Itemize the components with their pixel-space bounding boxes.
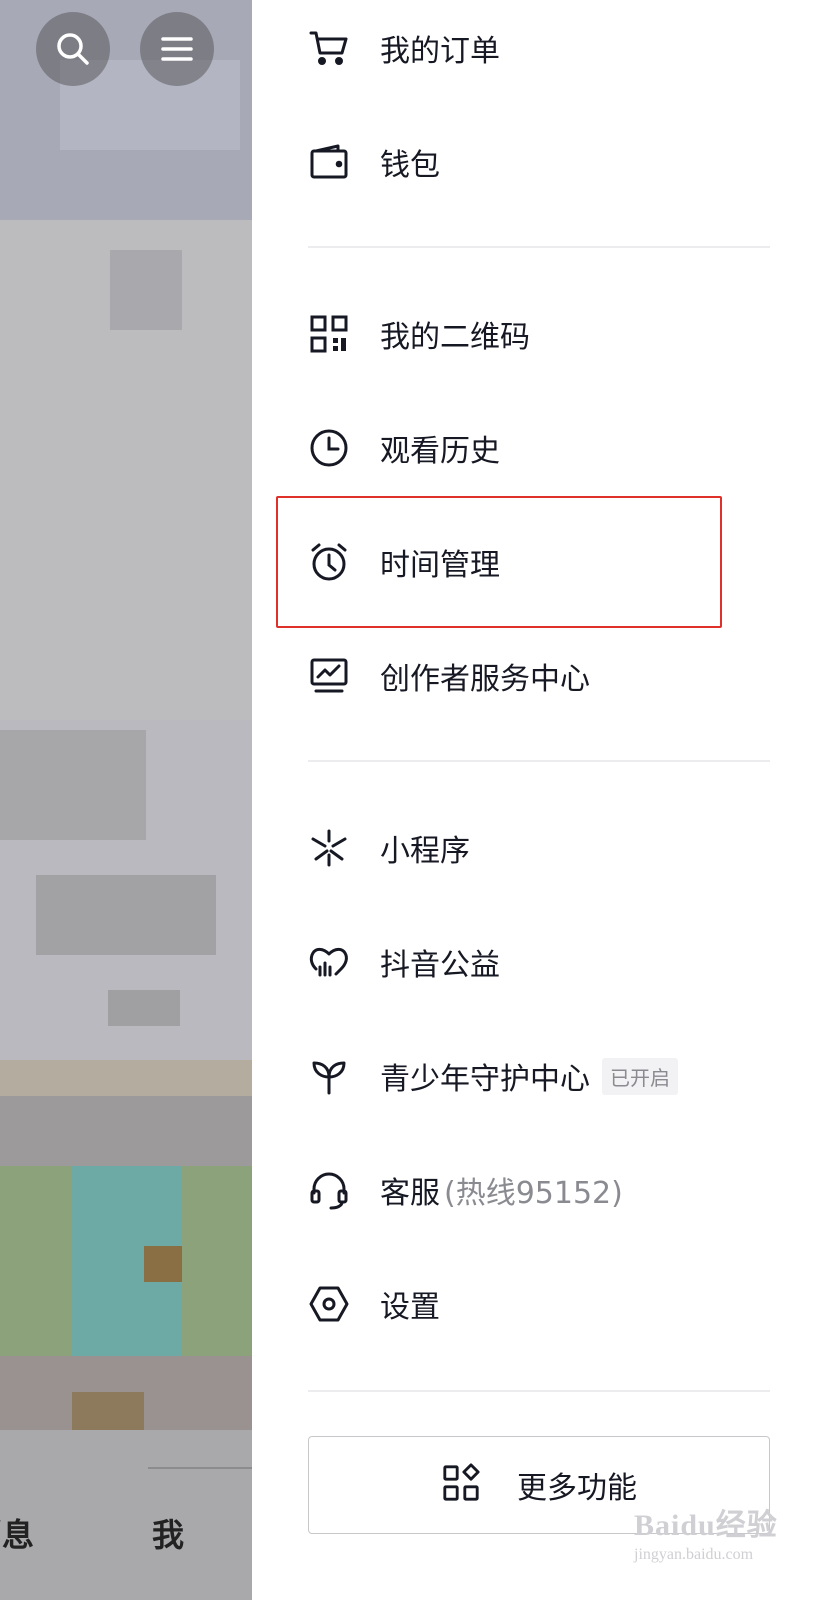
menu-label: 钱包	[380, 148, 440, 183]
menu-label: 时间管理	[380, 548, 500, 583]
menu-label: 设置	[380, 1290, 440, 1325]
search-icon	[57, 33, 89, 65]
nav-divider	[148, 1467, 252, 1469]
menu-label: 观看历史	[380, 434, 500, 469]
section-divider	[308, 760, 770, 762]
hotline-text: (热线95152)	[444, 1176, 623, 1211]
pixel-block	[144, 1246, 182, 1282]
pixel-block	[0, 1060, 252, 1096]
qrcode-icon	[308, 313, 350, 355]
monitor-chart-icon	[308, 655, 350, 697]
menu-label: 我的订单	[380, 34, 500, 69]
menu-item-charity[interactable]: 抖音公益	[308, 926, 768, 998]
menu-label: 小程序	[380, 834, 470, 869]
menu-item-creator-center[interactable]: 创作者服务中心	[308, 640, 768, 712]
menu-item-customer-service[interactable]: 客服 (热线95152)	[308, 1154, 768, 1226]
background-profile-page: 消息 我	[0, 0, 252, 1600]
apps-grid-icon	[441, 1463, 481, 1507]
pixel-block	[0, 730, 146, 840]
section-divider	[308, 1390, 770, 1392]
clock-icon	[308, 427, 350, 469]
menu-item-mini-programs[interactable]: 小程序	[308, 812, 768, 884]
hamburger-menu-icon	[161, 37, 193, 61]
baidu-jingyan-watermark: Baidu经验 jingyan.baidu.com	[634, 1500, 814, 1590]
hexagon-gear-icon	[308, 1283, 350, 1325]
nav-messages[interactable]: 消息	[0, 1510, 34, 1556]
menu-item-qrcode[interactable]: 我的二维码	[308, 298, 768, 370]
menu-button[interactable]	[140, 12, 214, 86]
heart-chart-icon	[308, 941, 350, 983]
headset-icon	[308, 1169, 350, 1211]
alarm-clock-icon	[308, 541, 350, 583]
sprout-icon	[308, 1055, 350, 1097]
nav-me[interactable]: 我	[152, 1510, 184, 1556]
section-divider	[308, 246, 770, 248]
menu-item-youth-protection[interactable]: 青少年守护中心 已开启	[308, 1040, 768, 1112]
watermark-url: jingyan.baidu.com	[634, 1546, 754, 1563]
pixel-block	[72, 1392, 144, 1430]
pixel-block	[110, 250, 182, 330]
menu-item-time-management[interactable]: 时间管理	[308, 526, 768, 598]
menu-label: 创作者服务中心	[380, 662, 590, 697]
side-drawer: 我的订单 钱包 我的二维码 观看历史 时间管理 创作者服务中心 小程序 抖音公益…	[252, 0, 824, 1600]
pixel-block	[108, 990, 180, 1026]
wallet-icon	[308, 141, 350, 183]
menu-item-settings[interactable]: 设置	[308, 1268, 768, 1340]
menu-label: 我的二维码	[380, 320, 530, 355]
bottom-nav: 消息 我	[0, 1430, 252, 1600]
pixel-block	[0, 1096, 252, 1166]
cart-icon	[308, 27, 350, 69]
menu-label: 抖音公益	[380, 948, 500, 983]
menu-label: 青少年守护中心	[380, 1062, 590, 1097]
asterisk-icon	[308, 827, 350, 869]
pixel-block	[36, 875, 216, 955]
menu-item-history[interactable]: 观看历史	[308, 412, 768, 484]
more-features-label: 更多功能	[517, 1471, 637, 1506]
watermark-text: Baidu经验	[634, 1509, 778, 1542]
menu-label: 客服	[380, 1176, 440, 1211]
menu-item-wallet[interactable]: 钱包	[308, 126, 768, 198]
menu-item-orders[interactable]: 我的订单	[308, 12, 768, 84]
search-button[interactable]	[36, 12, 110, 86]
status-badge: 已开启	[602, 1057, 678, 1095]
